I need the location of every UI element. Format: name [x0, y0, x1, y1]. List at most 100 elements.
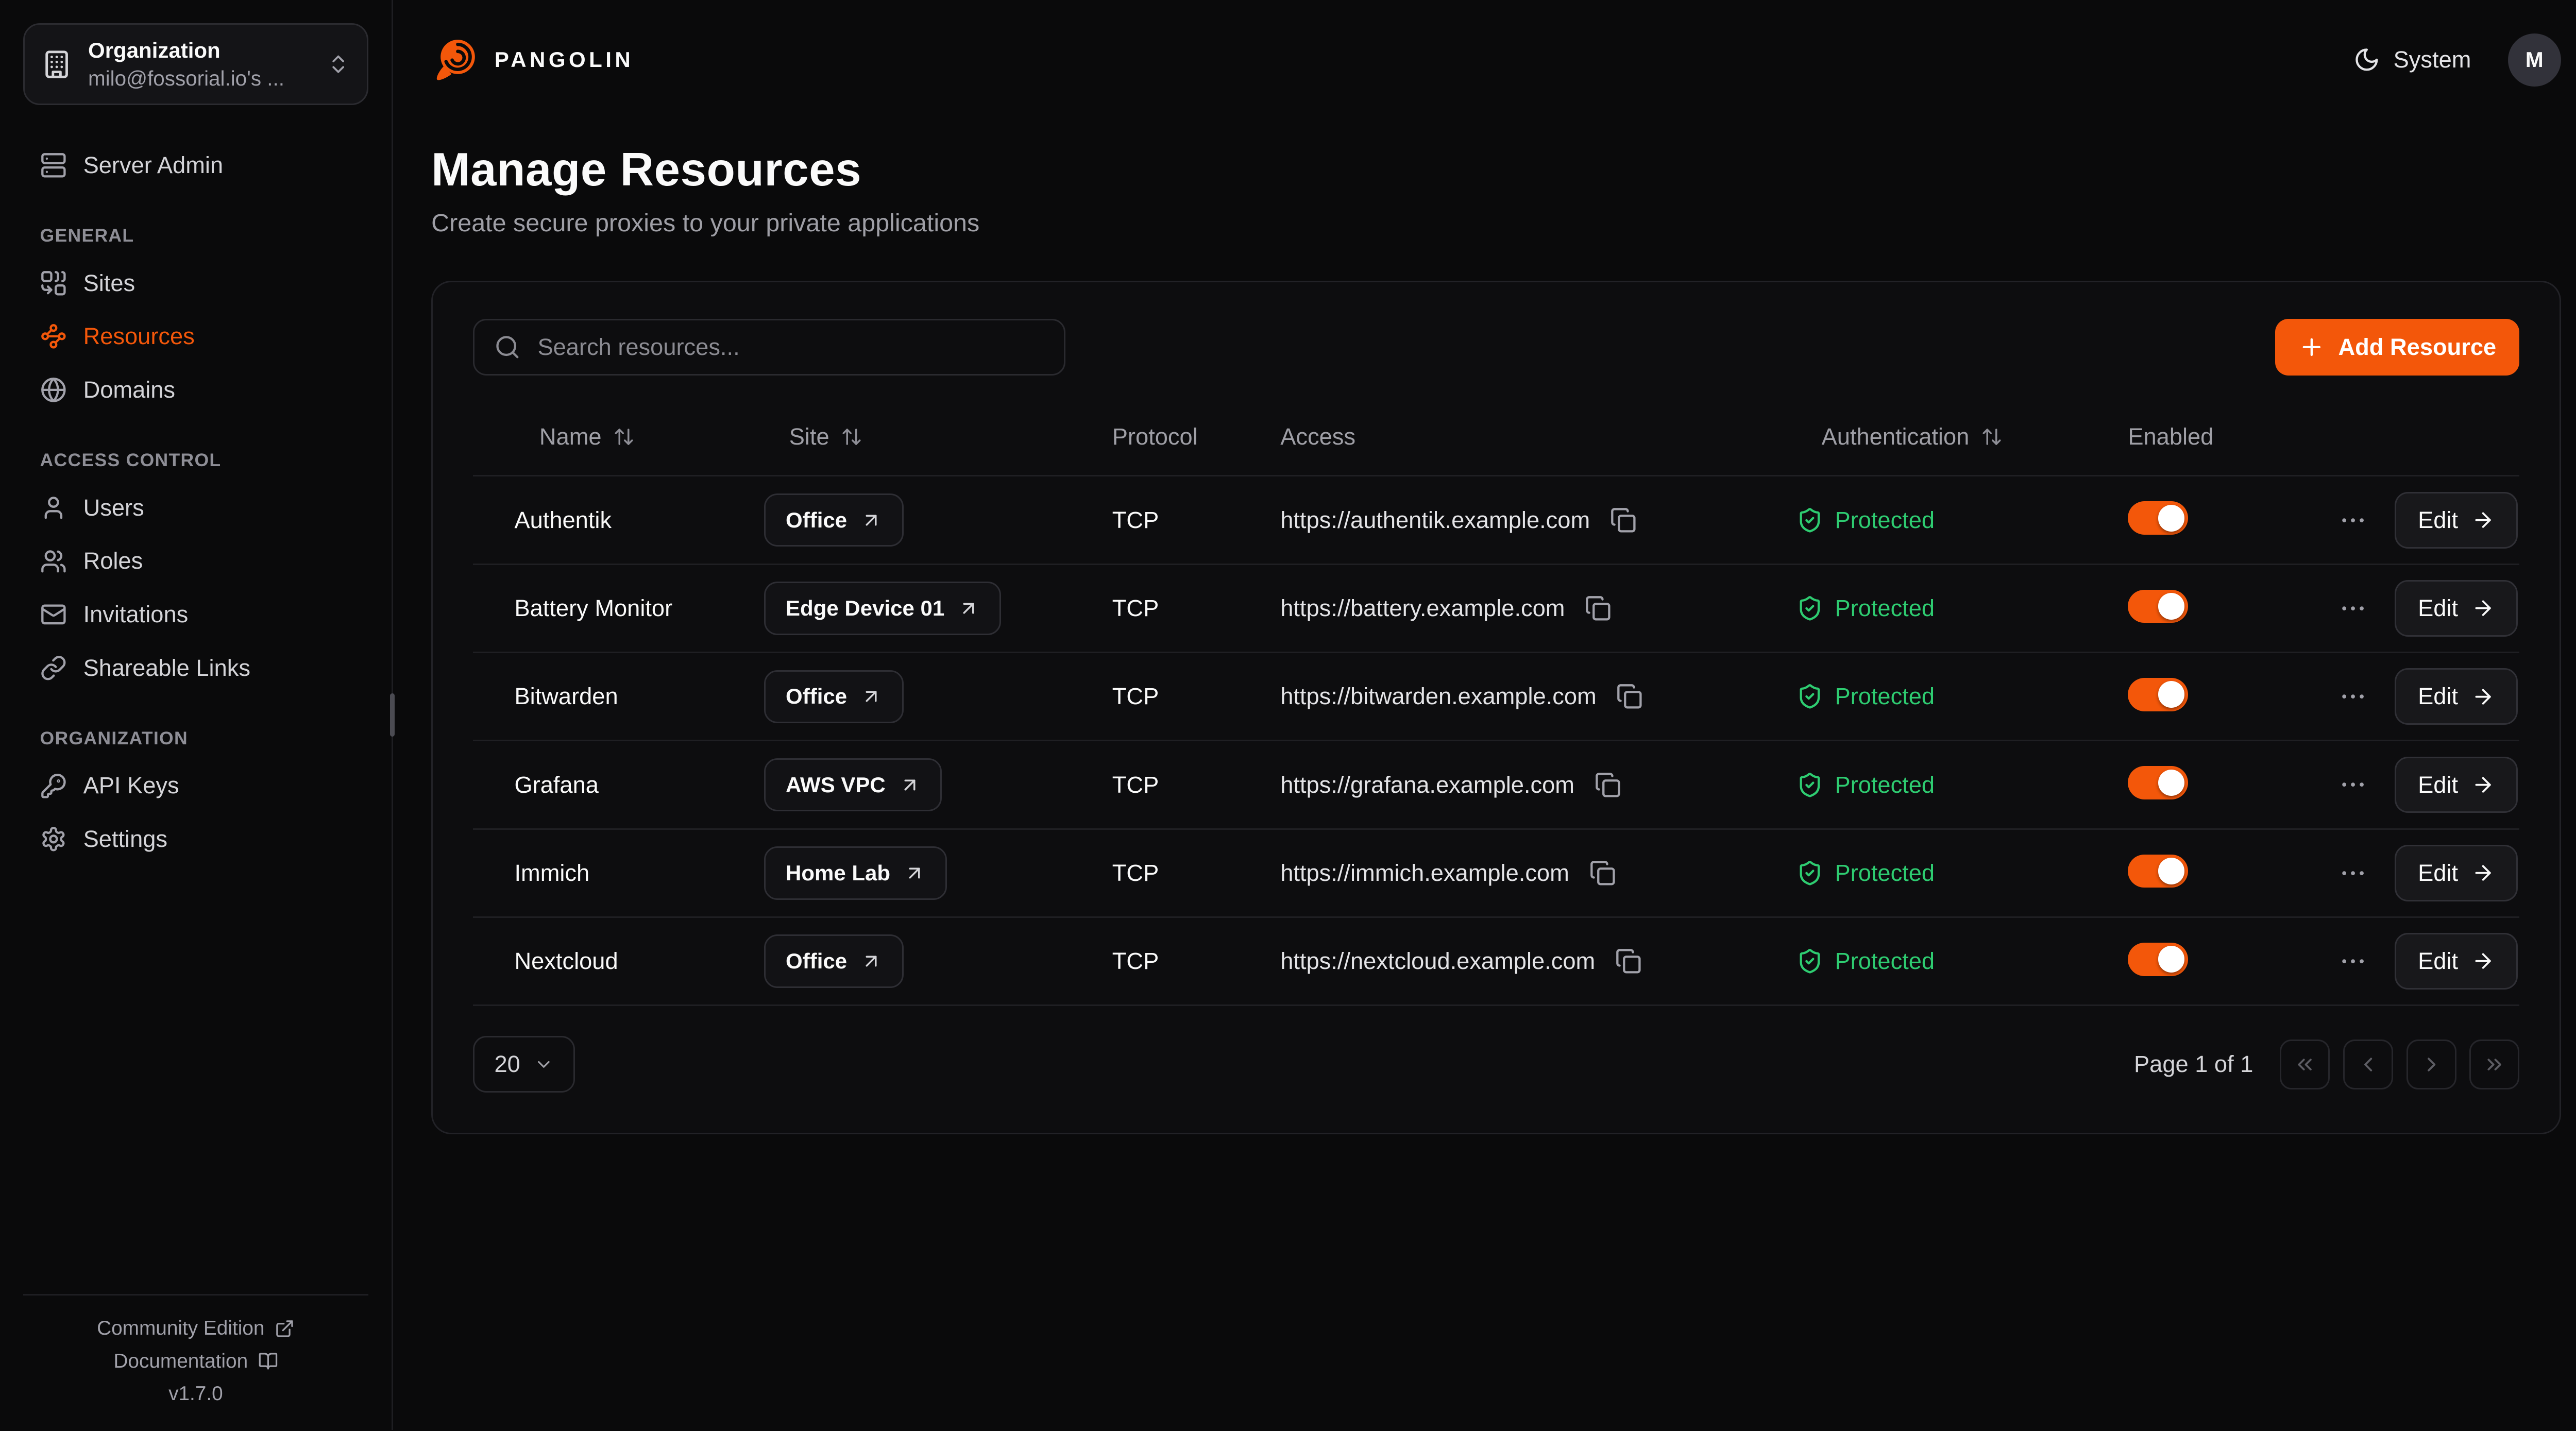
user-icon [40, 495, 67, 521]
edit-button[interactable]: Edit [2395, 492, 2518, 549]
row-menu-button[interactable] [2335, 678, 2371, 715]
sidebar: Organization milo@fossorial.io's ... Ser… [0, 0, 393, 1430]
pangolin-logo-icon [431, 35, 481, 85]
shield-check-icon [1797, 772, 1823, 798]
auth-label: Protected [1835, 507, 1935, 534]
col-name[interactable]: Name [514, 423, 764, 450]
add-resource-button[interactable]: Add Resource [2275, 319, 2520, 376]
arrow-right-icon [2471, 773, 2495, 796]
row-menu-button[interactable] [2335, 502, 2371, 538]
sidebar-item-domains[interactable]: Domains [23, 363, 368, 417]
copy-button[interactable] [1613, 680, 1647, 713]
users-icon [40, 548, 67, 575]
enabled-toggle[interactable] [2128, 943, 2188, 976]
mail-icon [40, 601, 67, 628]
sidebar-item-shareable-links[interactable]: Shareable Links [23, 641, 368, 695]
site-link-button[interactable]: AWS VPC [764, 758, 942, 811]
row-menu-button[interactable] [2335, 590, 2371, 626]
enabled-toggle[interactable] [2128, 855, 2188, 888]
chevron-right-icon [2420, 1053, 2443, 1076]
col-site[interactable]: Site [764, 423, 1112, 450]
sidebar-item-roles[interactable]: Roles [23, 535, 368, 588]
top-bar: PANGOLIN System M [393, 0, 2576, 120]
edit-label: Edit [2418, 860, 2458, 887]
access-url: https://grafana.example.com [1280, 772, 1574, 798]
nav-label: Server Admin [83, 152, 224, 179]
col-protocol: Protocol [1112, 423, 1280, 450]
copy-icon [1589, 860, 1616, 887]
documentation-link[interactable]: Documentation [23, 1345, 368, 1377]
org-selector[interactable]: Organization milo@fossorial.io's ... [23, 23, 368, 105]
avatar[interactable]: M [2508, 33, 2561, 87]
sidebar-resize-handle[interactable] [390, 693, 395, 737]
table-row: Battery Monitor Edge Device 01 TCP https… [473, 564, 2520, 652]
copy-button[interactable] [1586, 857, 1619, 890]
prev-page-button[interactable] [2343, 1040, 2393, 1089]
theme-toggle[interactable]: System [2353, 46, 2471, 73]
edit-button[interactable]: Edit [2395, 845, 2518, 901]
sidebar-item-sites[interactable]: Sites [23, 257, 368, 310]
external-arrow-icon [899, 774, 921, 796]
external-link-icon [275, 1319, 295, 1339]
table-row: Nextcloud Office TCP https://nextcloud.e… [473, 916, 2520, 1004]
copy-button[interactable] [1606, 503, 1640, 537]
site-name: Office [786, 508, 847, 533]
copy-button[interactable] [1612, 945, 1646, 978]
enabled-toggle[interactable] [2128, 501, 2188, 535]
edit-label: Edit [2418, 772, 2458, 798]
toggle-knob [2158, 858, 2185, 884]
external-arrow-icon [904, 862, 925, 884]
first-page-button[interactable] [2280, 1040, 2330, 1089]
last-page-button[interactable] [2469, 1040, 2519, 1089]
chevrons-right-icon [2483, 1053, 2506, 1076]
access-url: https://nextcloud.example.com [1280, 948, 1595, 975]
pagination: Page 1 of 1 [2134, 1040, 2519, 1089]
row-menu-button[interactable] [2335, 766, 2371, 803]
edit-button[interactable]: Edit [2395, 757, 2518, 813]
edit-label: Edit [2418, 595, 2458, 622]
enabled-toggle[interactable] [2128, 766, 2188, 799]
search-input[interactable] [534, 332, 1044, 362]
col-authentication[interactable]: Authentication [1797, 423, 2128, 450]
copy-button[interactable] [1582, 592, 1615, 625]
site-link-button[interactable]: Edge Device 01 [764, 582, 1001, 635]
sidebar-item-users[interactable]: Users [23, 481, 368, 535]
copy-icon [1616, 683, 1643, 710]
sidebar-item-api-keys[interactable]: API Keys [23, 759, 368, 813]
protocol-cell: TCP [1112, 948, 1280, 975]
sidebar-item-resources[interactable]: Resources [23, 310, 368, 363]
next-page-button[interactable] [2406, 1040, 2456, 1089]
page-title: Manage Resources [431, 143, 2561, 197]
edit-button[interactable]: Edit [2395, 668, 2518, 725]
link-icon [40, 655, 67, 682]
page-subtitle: Create secure proxies to your private ap… [431, 209, 2561, 237]
resources-card: Add Resource Name Site Protocol Access A… [431, 281, 2561, 1134]
waypoints-icon [40, 323, 67, 350]
enabled-toggle[interactable] [2128, 590, 2188, 623]
edit-button[interactable]: Edit [2395, 580, 2518, 637]
auth-badge: Protected [1797, 683, 2128, 710]
copy-button[interactable] [1591, 768, 1624, 802]
site-name: Office [786, 684, 847, 709]
sidebar-item-invitations[interactable]: Invitations [23, 588, 368, 641]
page-size-select[interactable]: 20 [473, 1036, 575, 1093]
site-link-button[interactable]: Office [764, 670, 903, 723]
ellipsis-icon [2338, 946, 2368, 976]
arrow-right-icon [2471, 685, 2495, 708]
site-link-button[interactable]: Office [764, 493, 903, 547]
site-link-button[interactable]: Home Lab [764, 846, 946, 899]
edit-button[interactable]: Edit [2395, 933, 2518, 990]
site-link-button[interactable]: Office [764, 934, 903, 987]
row-menu-button[interactable] [2335, 943, 2371, 980]
row-menu-button[interactable] [2335, 855, 2371, 891]
table-row: Bitwarden Office TCP https://bitwarden.e… [473, 652, 2520, 740]
sidebar-item-settings[interactable]: Settings [23, 812, 368, 866]
main-content: PANGOLIN System M Manage Resources Creat… [393, 0, 2576, 1430]
shield-check-icon [1797, 595, 1823, 622]
nav-item-server-admin[interactable]: Server Admin [23, 139, 368, 192]
search-box[interactable] [473, 319, 1066, 376]
community-edition-link[interactable]: Community Edition [23, 1312, 368, 1344]
edit-label: Edit [2418, 507, 2458, 534]
enabled-toggle[interactable] [2128, 678, 2188, 711]
org-subtitle: milo@fossorial.io's ... [88, 66, 310, 91]
